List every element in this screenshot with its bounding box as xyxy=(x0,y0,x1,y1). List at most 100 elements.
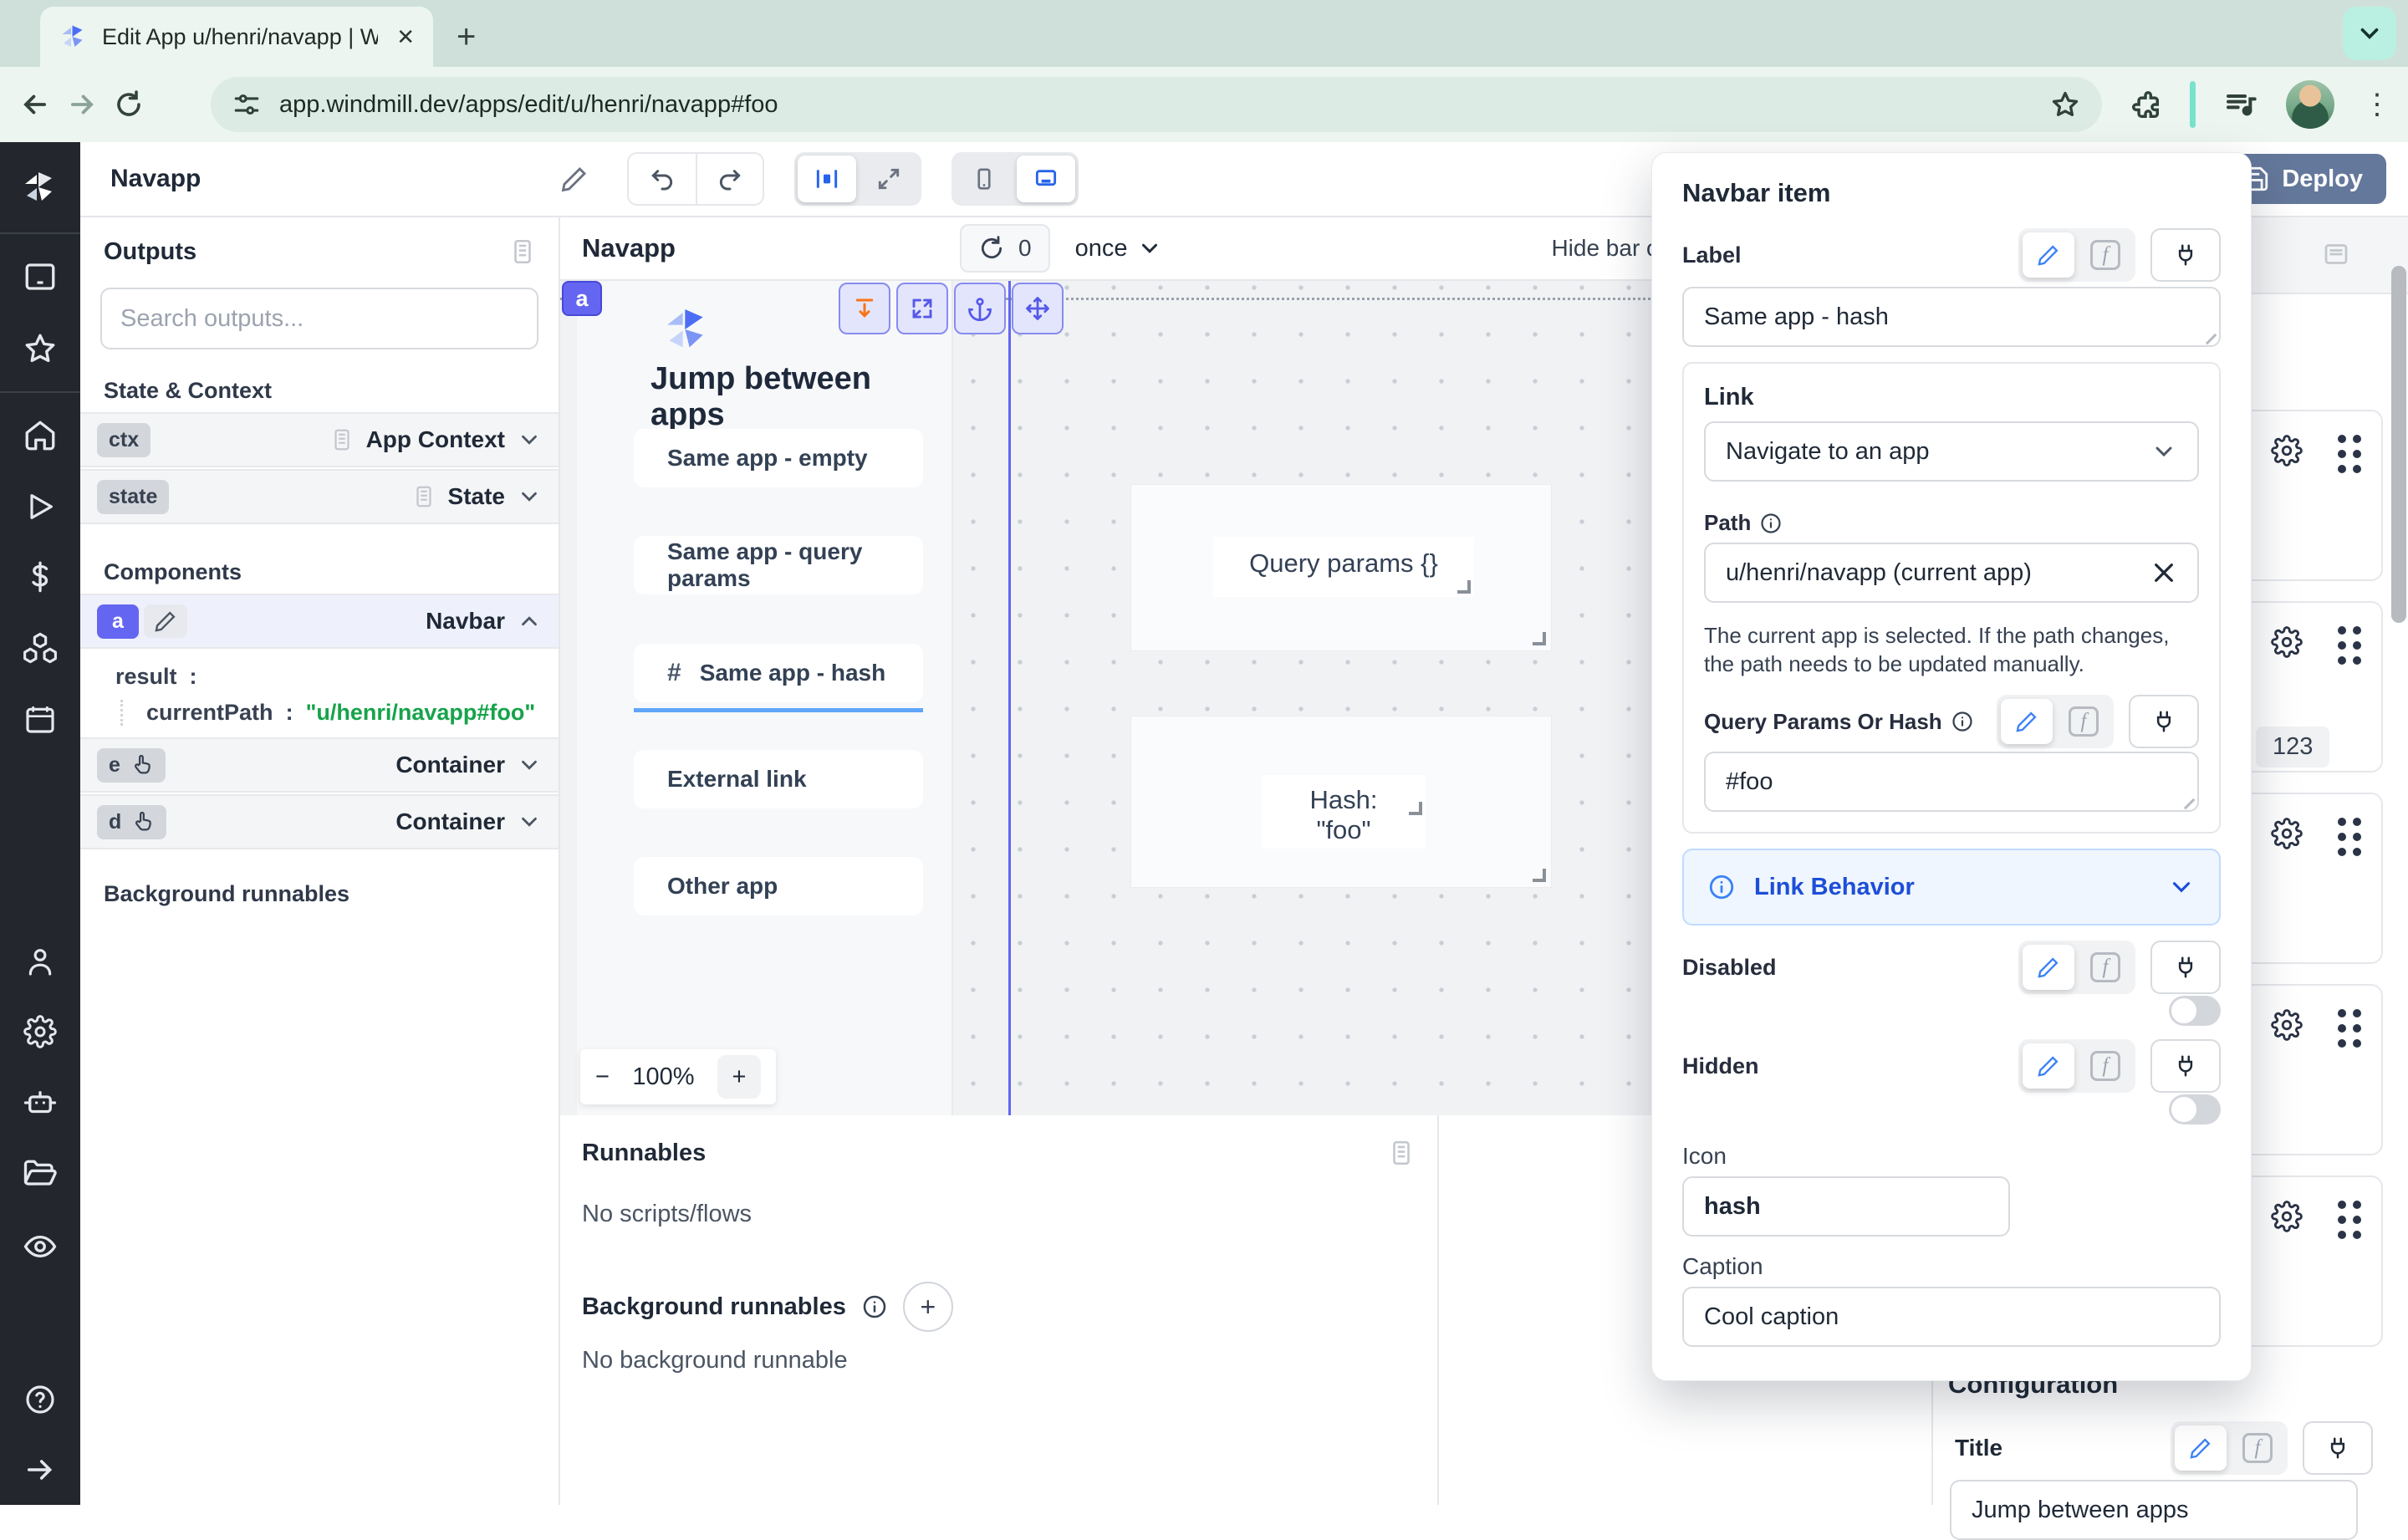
help-icon[interactable] xyxy=(23,1383,57,1416)
anchor-button[interactable] xyxy=(954,283,1006,334)
media-controls-icon[interactable] xyxy=(2224,88,2258,121)
function-mode-button[interactable]: f xyxy=(2079,945,2131,990)
browser-menu-icon[interactable]: ⋮ xyxy=(2363,88,2391,121)
mobile-view-button[interactable] xyxy=(955,156,1013,202)
refresh-count-group[interactable]: 0 xyxy=(960,224,1050,273)
static-pencil-button[interactable] xyxy=(2023,232,2074,278)
title-editor-mode: f xyxy=(2171,1421,2288,1475)
fullscreen-button[interactable] xyxy=(860,156,918,202)
bookmark-star-icon[interactable] xyxy=(2050,89,2080,120)
chevron-down-icon xyxy=(517,752,542,778)
zoom-out-button[interactable]: − xyxy=(595,1063,610,1091)
link-behavior-collapse[interactable]: Link Behavior xyxy=(1682,849,2221,926)
query-editor-mode: f xyxy=(1997,695,2114,748)
nav-item-empty[interactable]: Same app - empty xyxy=(634,429,923,487)
connect-plug-button[interactable] xyxy=(2150,941,2221,994)
site-settings-icon[interactable] xyxy=(232,90,261,119)
ctx-row[interactable]: ctx App Context xyxy=(80,412,559,467)
home-icon[interactable] xyxy=(23,418,58,453)
folders-icon[interactable] xyxy=(23,1157,58,1192)
edit-pencil-icon[interactable] xyxy=(144,604,187,638)
connect-plug-button[interactable] xyxy=(2129,695,2199,748)
d-container-row[interactable]: d Container xyxy=(80,794,559,849)
browser-tab[interactable]: Edit App u/henri/navapp | Win ✕ xyxy=(40,7,433,67)
caption-input[interactable]: Cool caption xyxy=(1682,1287,2221,1347)
resources-cubes-icon[interactable] xyxy=(23,630,58,665)
label-input[interactable]: Same app - hash xyxy=(1682,287,2221,347)
nav-item-hash[interactable]: # Same app - hash xyxy=(634,644,923,702)
windmill-logo[interactable] xyxy=(20,167,60,207)
search-outputs-input[interactable]: Search outputs... xyxy=(100,288,538,349)
canvas-app-title: Navapp xyxy=(582,233,676,263)
path-input[interactable]: u/henri/navapp (current app) xyxy=(1704,543,2199,603)
outputs-title: Outputs xyxy=(104,238,196,266)
hash-container[interactable]: Hash: "foo" xyxy=(1130,716,1552,888)
function-mode-button[interactable]: f xyxy=(2058,699,2110,744)
audit-eye-icon[interactable] xyxy=(23,1229,58,1264)
favorites-star-icon[interactable] xyxy=(23,331,58,366)
forward-button[interactable] xyxy=(59,89,105,120)
profile-avatar[interactable] xyxy=(2286,80,2334,129)
e-container-row[interactable]: e Container xyxy=(80,737,559,793)
workers-bot-icon[interactable] xyxy=(23,1085,58,1120)
extensions-icon[interactable] xyxy=(2130,89,2161,120)
tab-strip-chevron-button[interactable] xyxy=(2343,7,2396,60)
nav-item-query-params[interactable]: Same app - query params xyxy=(634,536,923,594)
title-input[interactable]: Jump between apps xyxy=(1950,1480,2358,1540)
query-params-container[interactable]: Query params {} xyxy=(1130,484,1552,651)
tab-close-icon[interactable]: ✕ xyxy=(396,24,415,50)
back-button[interactable] xyxy=(12,89,59,120)
drag-handle-icon xyxy=(2338,626,2361,665)
maximize-button[interactable] xyxy=(896,283,948,334)
center-align-button[interactable] xyxy=(798,156,856,202)
link-type-select[interactable]: Navigate to an app xyxy=(1704,421,2199,482)
icon-input[interactable]: hash xyxy=(1682,1176,2010,1237)
gear-icon xyxy=(2271,1009,2303,1041)
variables-dollar-icon[interactable] xyxy=(23,560,57,594)
schedules-calendar-icon[interactable] xyxy=(23,702,57,736)
query-params-input[interactable]: #foo xyxy=(1704,752,2199,812)
connect-plug-button[interactable] xyxy=(2150,228,2221,282)
rename-pencil-icon[interactable] xyxy=(560,165,589,193)
function-mode-button[interactable]: f xyxy=(2079,232,2131,278)
function-mode-button[interactable]: f xyxy=(2232,1425,2283,1471)
static-pencil-button[interactable] xyxy=(2023,945,2074,990)
panel-doc-icon[interactable] xyxy=(2321,239,2351,269)
redo-button[interactable] xyxy=(696,154,763,204)
navbar-component-row[interactable]: a Navbar xyxy=(80,594,559,649)
disabled-toggle[interactable] xyxy=(2169,996,2221,1026)
panel-doc-icon[interactable] xyxy=(508,237,537,266)
reload-button[interactable] xyxy=(105,89,152,120)
state-row[interactable]: state State xyxy=(80,469,559,524)
settings-gear-icon[interactable] xyxy=(23,1015,57,1048)
add-background-runnable-button[interactable]: + xyxy=(903,1282,953,1332)
background-runnables-title: Background runnables xyxy=(582,1293,846,1321)
navbar-component[interactable]: Jump between apps Same app - empty Same … xyxy=(577,281,953,1115)
apps-icon[interactable] xyxy=(23,259,58,294)
user-icon[interactable] xyxy=(23,945,57,978)
hidden-toggle[interactable] xyxy=(2169,1094,2221,1124)
connect-plug-button[interactable] xyxy=(2303,1421,2373,1475)
new-tab-button[interactable]: + xyxy=(457,18,476,56)
panel-doc-icon[interactable] xyxy=(1387,1139,1416,1167)
static-pencil-button[interactable] xyxy=(2001,699,2053,744)
undo-button[interactable] xyxy=(629,154,696,204)
connect-plug-button[interactable] xyxy=(2150,1039,2221,1093)
desktop-view-button[interactable] xyxy=(1017,156,1075,202)
zoom-in-button[interactable]: + xyxy=(717,1055,761,1099)
runs-play-icon[interactable] xyxy=(23,490,57,523)
nav-item-other-app[interactable]: Other app xyxy=(634,857,923,915)
static-pencil-button[interactable] xyxy=(2023,1043,2074,1089)
move-button[interactable] xyxy=(1012,283,1064,334)
static-pencil-button[interactable] xyxy=(2175,1425,2227,1471)
collapse-arrow-icon[interactable] xyxy=(23,1453,57,1486)
schedule-select[interactable]: once xyxy=(1075,235,1163,263)
nav-item-external-link[interactable]: External link xyxy=(634,750,923,808)
expand-down-button[interactable] xyxy=(839,283,890,334)
clear-path-icon[interactable] xyxy=(2150,559,2177,586)
navbar-result-tree[interactable]: result : currentPath : "u/henri/navapp#f… xyxy=(80,650,559,737)
function-mode-button[interactable]: f xyxy=(2079,1043,2131,1089)
scrollbar-thumb[interactable] xyxy=(2391,266,2406,623)
url-bar[interactable]: app.windmill.dev/apps/edit/u/henri/navap… xyxy=(211,77,2102,132)
selected-component-badge[interactable]: a xyxy=(562,281,602,316)
